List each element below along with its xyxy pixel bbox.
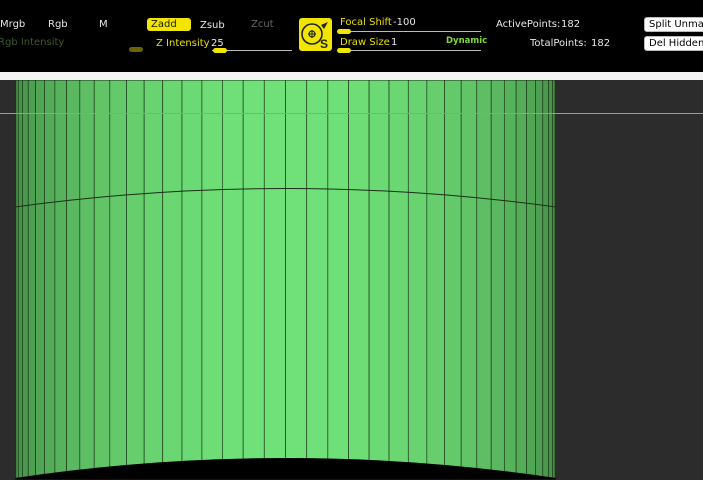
- mesh-face: [222, 80, 244, 480]
- focal-shift-track[interactable]: [341, 31, 481, 32]
- mesh-face: [22, 80, 29, 480]
- mesh-face: [242, 80, 265, 480]
- mesh-face: [444, 80, 462, 480]
- mesh-face: [542, 80, 549, 480]
- mesh-face: [348, 80, 370, 480]
- zcut-button[interactable]: Zcut: [251, 19, 274, 30]
- mesh-face: [44, 80, 56, 480]
- canvas-viewport[interactable]: [0, 80, 703, 480]
- mesh-face: [490, 80, 505, 480]
- brush-button[interactable]: S: [299, 18, 332, 51]
- mesh-face: [79, 80, 95, 480]
- total-points-label: TotalPoints:: [530, 38, 587, 49]
- toolbar-divider: [0, 72, 703, 80]
- mesh-face: [503, 80, 517, 480]
- mesh-face: [27, 80, 36, 480]
- mesh-face: [476, 80, 492, 480]
- mesh-face: [17, 80, 23, 480]
- mesh-face: [285, 80, 308, 480]
- split-unmasked-button[interactable]: Split Unmas: [644, 17, 703, 32]
- floor-grid-line: [0, 113, 703, 114]
- active-points-label: ActivePoints:: [496, 19, 561, 30]
- mesh-face: [54, 80, 68, 480]
- mesh-face: [368, 80, 390, 480]
- mesh-face: [426, 80, 445, 480]
- m-button[interactable]: M: [99, 19, 108, 30]
- cylinder-mesh[interactable]: [15, 80, 556, 480]
- zsub-button[interactable]: Zsub: [200, 20, 225, 31]
- mesh-face: [526, 80, 536, 480]
- mesh-face: [93, 80, 111, 480]
- mesh-face: [162, 80, 183, 480]
- mesh-face: [535, 80, 544, 480]
- mesh-face: [460, 80, 478, 480]
- mesh-face: [15, 80, 19, 480]
- mesh-face: [143, 80, 164, 480]
- z-intensity-slider[interactable]: [213, 48, 227, 53]
- top-toolbar: Mrgb Rgb M Zadd Zsub Zcut Rgb Intensity …: [0, 0, 703, 72]
- mesh-face: [263, 80, 286, 480]
- mesh-face: [327, 80, 350, 480]
- z-intensity-label: Z Intensity: [156, 38, 210, 49]
- dynamic-toggle[interactable]: Dynamic: [446, 36, 487, 46]
- mesh-face: [126, 80, 145, 480]
- mesh-face: [306, 80, 329, 480]
- mrgb-button[interactable]: Mrgb: [0, 19, 25, 30]
- mesh-face: [35, 80, 45, 480]
- draw-size-label: Draw Size: [340, 37, 390, 48]
- mesh-face: [201, 80, 223, 480]
- total-points-value: 182: [591, 38, 611, 49]
- draw-size-slider[interactable]: [337, 48, 351, 53]
- focal-shift-value: -100: [393, 17, 416, 28]
- rgb-intensity-slider[interactable]: [129, 47, 143, 52]
- mesh-face: [515, 80, 527, 480]
- mesh-face: [109, 80, 127, 480]
- focal-shift-slider[interactable]: [337, 29, 351, 34]
- zadd-button[interactable]: Zadd: [147, 18, 191, 31]
- mesh-face: [388, 80, 409, 480]
- brush-icon-letter: S: [320, 37, 328, 51]
- focal-shift-label: Focal Shift: [340, 17, 392, 28]
- mesh-face: [66, 80, 81, 480]
- del-hidden-button[interactable]: Del Hidden: [644, 36, 703, 51]
- mesh-view[interactable]: [0, 80, 703, 480]
- mesh-face: [407, 80, 428, 480]
- mesh-face: [548, 80, 554, 480]
- active-points-value: 182: [561, 19, 581, 30]
- mesh-face: [181, 80, 203, 480]
- standard-brush-icon: S: [301, 22, 328, 51]
- draw-size-track[interactable]: [341, 50, 481, 51]
- draw-size-value: 1: [391, 37, 398, 48]
- rgb-button[interactable]: Rgb: [48, 19, 68, 30]
- rgb-intensity-label: Rgb Intensity: [0, 37, 65, 48]
- mesh-face: [552, 80, 556, 480]
